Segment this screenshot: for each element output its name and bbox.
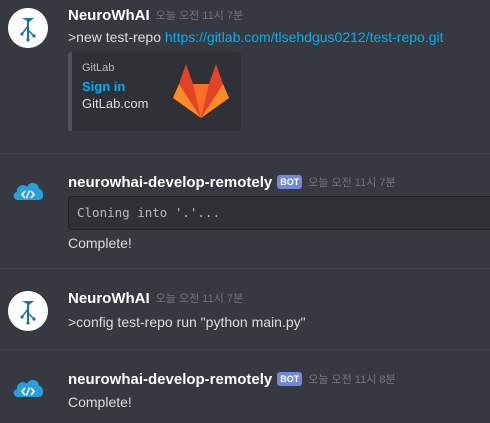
link-embed: GitLab Sign in GitLab.com <box>68 52 241 131</box>
chat-messages: NeuroWhAI 오늘 오전 11시 7분 >new test-repo ht… <box>0 0 490 423</box>
timestamp: 오늘 오전 11시 7분 <box>155 293 244 305</box>
bot-badge: BOT <box>277 175 303 189</box>
message-header: neurowhai-develop-remotely BOT 오늘 오전 11시… <box>68 369 396 389</box>
timestamp: 오늘 오전 11시 7분 <box>308 177 396 189</box>
message-divider <box>0 153 490 154</box>
timestamp: 오늘 오전 11시 8분 <box>308 374 396 386</box>
message-header: neurowhai-develop-remotely BOT 오늘 오전 11시… <box>68 172 396 192</box>
timestamp: 오늘 오전 11시 7분 <box>155 10 244 22</box>
message-content: >config test-repo run "python main.py" <box>68 314 306 330</box>
command-text: >new test-repo <box>68 29 165 45</box>
message-header: NeuroWhAI 오늘 오전 11시 7분 <box>68 5 243 25</box>
cloud-code-icon <box>13 183 44 200</box>
username[interactable]: neurowhai-develop-remotely <box>68 371 272 388</box>
bot-avatar[interactable] <box>8 171 48 211</box>
username[interactable]: NeuroWhAI <box>68 290 150 307</box>
username[interactable]: NeuroWhAI <box>68 7 150 24</box>
user-avatar[interactable] <box>8 8 48 48</box>
message-divider <box>0 349 490 350</box>
code-text: Cloning into '.'... <box>77 205 220 220</box>
bot-avatar[interactable] <box>8 368 48 408</box>
embed-title-link[interactable]: Sign in <box>82 79 125 94</box>
neurowhai-logo-icon <box>8 8 48 48</box>
cloud-code-icon <box>13 380 44 397</box>
user-avatar[interactable] <box>8 291 48 331</box>
message-content: Complete! <box>68 394 132 410</box>
message-divider <box>0 268 490 269</box>
repo-link[interactable]: https://gitlab.com/tlsehdgus0212/test-re… <box>165 29 444 45</box>
neurowhai-logo-icon <box>8 291 48 331</box>
message-1: NeuroWhAI 오늘 오전 11시 7분 >new test-repo ht… <box>0 0 490 140</box>
embed-description: GitLab.com <box>82 96 149 111</box>
message-header: NeuroWhAI 오늘 오전 11시 7분 <box>68 288 243 308</box>
embed-provider: GitLab <box>82 62 115 74</box>
gitlab-logo-icon[interactable] <box>169 60 233 124</box>
bot-badge: BOT <box>277 372 303 386</box>
message-content: Complete! <box>68 235 132 251</box>
username[interactable]: neurowhai-develop-remotely <box>68 174 272 191</box>
message-content: >new test-repo https://gitlab.com/tlsehd… <box>68 28 444 46</box>
code-block: Cloning into '.'... <box>68 196 490 230</box>
